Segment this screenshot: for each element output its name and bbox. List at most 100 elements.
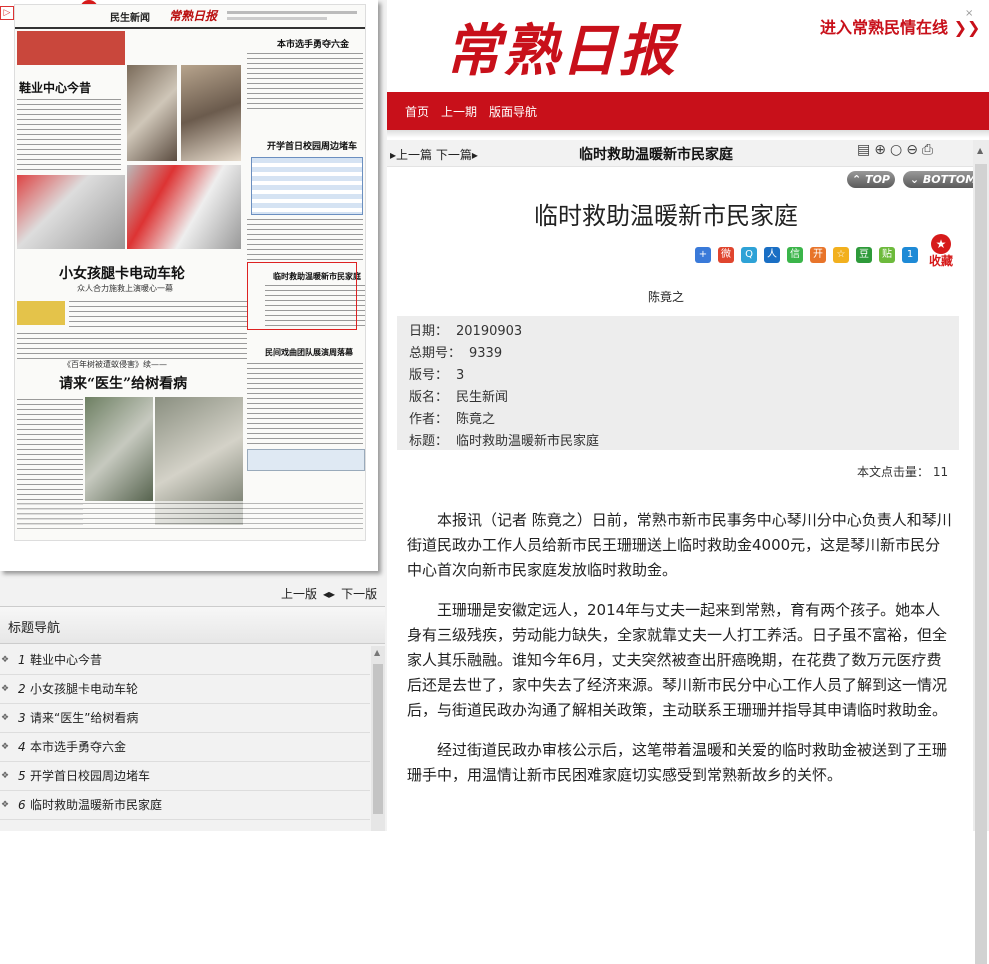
- article-meta-box: 日期： 20190903 总期号： 9339 版号： 3 版名： 民生新闻 作者： 陈竟之…: [397, 316, 959, 450]
- zoom-in-icon[interactable]: ⊕: [874, 142, 886, 158]
- nav-scrollbar[interactable]: ▲: [371, 646, 385, 831]
- paper-photo-2: [181, 65, 241, 161]
- nav-item[interactable]: ❖ 1 鞋业中心今昔: [0, 646, 370, 675]
- page-pager: 上一版 ◂▸ 下一版: [278, 585, 380, 602]
- nav-item[interactable]: ❖ 3 请来“医生”给树看病: [0, 704, 370, 733]
- article-prev-next: ▸上一篇 下一篇▸: [390, 146, 478, 163]
- paper-headline-1[interactable]: 鞋业中心今昔: [19, 79, 91, 96]
- article-toolbar: ▸上一篇 下一篇▸ 临时救助温暖新市民家庭 ▤ ⊕ ○ ⊖ ⎙: [387, 140, 973, 167]
- highlighted-article-box[interactable]: [247, 262, 357, 330]
- meta-page-number: 版号： 3: [409, 368, 465, 383]
- meta-issue-number: 总期号： 9339: [409, 346, 503, 361]
- paper-headline-2[interactable]: 小女孩腿卡电动车轮: [59, 263, 185, 283]
- prev-page-link[interactable]: 上一版: [281, 587, 317, 601]
- notes-icon[interactable]: ▤: [857, 142, 870, 158]
- nav-item-title[interactable]: 开学首日校园周边堵车: [30, 762, 150, 790]
- paper-logo-badge: [17, 301, 65, 325]
- douban-icon[interactable]: 豆: [856, 246, 872, 263]
- menu-home[interactable]: 首页: [405, 103, 429, 120]
- diamond-bullet-icon: ❖: [1, 655, 10, 665]
- prev-article-link[interactable]: 上一篇: [396, 148, 432, 162]
- article-paragraph: 王珊珊是安徽定远人，2014年与丈夫一起来到常熟，育有两个孩子。她本人身有三级残…: [407, 601, 948, 719]
- article-scroll-thumb[interactable]: [975, 164, 987, 964]
- paper-headline-3[interactable]: 请来“医生”给树看病: [59, 373, 187, 393]
- paper-headline-3-pre: 《百年树被遭蚁侵害》续——: [63, 360, 167, 369]
- zoom-out-icon[interactable]: ⊖: [906, 142, 918, 158]
- paper-section-label: 民生新闻: [110, 13, 150, 24]
- diamond-bullet-icon: ❖: [1, 771, 10, 781]
- title-nav-header: 标题导航: [0, 606, 385, 644]
- main-menu-bar: 首页 上一期 版面导航: [387, 92, 989, 130]
- minqing-online-link[interactable]: 进入常熟民情在线 ❯❯: [820, 14, 980, 38]
- paper-col-title-2[interactable]: 开学首日校园周边堵车: [267, 139, 357, 152]
- nav-item-title[interactable]: 临时救助温暖新市民家庭: [30, 791, 162, 819]
- print-icon[interactable]: ⎙: [922, 142, 933, 158]
- menu-prev-issue[interactable]: 上一期: [441, 103, 477, 120]
- meta-page-name: 版名： 民生新闻: [409, 390, 509, 405]
- zoom-reset-icon[interactable]: ○: [890, 142, 902, 158]
- share-bar: + 微 Q 人信开 ☆ 豆贴 1: [695, 244, 925, 263]
- nav-item-title[interactable]: 请来“医生”给树看病: [30, 704, 138, 732]
- newspaper-page-frame: ▷ ★ 收藏 民生新闻 常熟日报 鞋业中心今昔 小女孩腿卡电动车轮 众人合力施救…: [0, 0, 378, 571]
- title-nav-list: ❖ 1 鞋业中心今昔 ❖ 2 小女孩腿卡电动车轮 ❖ 3 请来“医生”给树看病 …: [0, 646, 370, 820]
- prev-arrow-icon[interactable]: ◂▸: [323, 587, 335, 601]
- paper-photo-3: [17, 175, 125, 249]
- nav-item[interactable]: ❖ 5 开学首日校园周边堵车: [0, 762, 370, 791]
- next-page-link[interactable]: 下一版: [341, 587, 377, 601]
- renren-icon[interactable]: 人: [764, 246, 780, 263]
- paper-col-title-4[interactable]: 民间戏曲团队展演周落幕: [265, 347, 353, 358]
- kaixin-icon[interactable]: 开: [810, 246, 826, 263]
- article-body: 本报讯（记者 陈竟之）日前，常熟市新市民事务中心琴川分中心负责人和琴川街道民政办…: [407, 508, 952, 803]
- expand-arrow-icon[interactable]: ▷: [0, 6, 14, 20]
- paper-photo-1: [127, 65, 177, 161]
- article-favorite-button[interactable]: ★ 收藏: [927, 234, 955, 268]
- diamond-bullet-icon: ❖: [1, 742, 10, 752]
- article-author: 陈竟之: [647, 290, 684, 304]
- paper-photo-5: [85, 397, 153, 501]
- close-ad-icon[interactable]: ×: [965, 8, 973, 19]
- toolbar-article-title: 临时救助温暖新市民家庭: [579, 147, 733, 163]
- diamond-bullet-icon: ❖: [1, 684, 10, 694]
- nav-item-title[interactable]: 小女孩腿卡电动车轮: [30, 675, 138, 703]
- more-icon[interactable]: 1: [902, 246, 918, 263]
- scroll-up-icon[interactable]: ▲: [977, 146, 983, 155]
- scroll-up-icon[interactable]: ▲: [374, 648, 380, 657]
- next-article-link[interactable]: 下一篇: [436, 148, 472, 162]
- nav-item[interactable]: ❖ 4 本市选手勇夺六金: [0, 733, 370, 762]
- meta-author: 作者： 陈竟之: [409, 412, 496, 427]
- diamond-bullet-icon: ❖: [1, 713, 10, 723]
- plus-icon[interactable]: +: [695, 246, 711, 263]
- paper-col-title-1[interactable]: 本市选手勇夺六金: [277, 37, 349, 50]
- nav-item-title[interactable]: 鞋业中心今昔: [30, 646, 102, 674]
- left-panel: ▷ ★ 收藏 民生新闻 常熟日报 鞋业中心今昔 小女孩腿卡电动车轮 众人合力施救…: [0, 0, 387, 831]
- meta-date: 日期： 20190903: [409, 324, 523, 339]
- star-icon: ★: [931, 234, 951, 254]
- article-scrollbar[interactable]: ▲: [973, 140, 989, 964]
- click-count: 本文点击量： 11: [857, 465, 949, 479]
- bottom-button[interactable]: ⌄ BOTTOM: [903, 171, 983, 188]
- article-paragraph: 经过街道民政办审核公示后，这笔带着温暖和关爱的临时救助金被送到了王珊珊手中，用温…: [407, 741, 948, 784]
- menu-page-nav[interactable]: 版面导航: [489, 103, 537, 120]
- article-headline: 临时救助温暖新市民家庭: [534, 202, 798, 230]
- site-logo[interactable]: 常熟日报: [445, 6, 677, 87]
- qzone-icon[interactable]: Q: [741, 246, 757, 263]
- star-share-icon[interactable]: ☆: [833, 246, 849, 263]
- title-nav-heading: 标题导航: [8, 621, 61, 636]
- paper-banner: [17, 31, 125, 65]
- wechat-icon[interactable]: 信: [787, 246, 803, 263]
- top-button[interactable]: ⌃ TOP: [847, 171, 895, 188]
- paper-headline-2-sub: 众人合力施救上演暖心一幕: [77, 284, 173, 293]
- nav-item[interactable]: ❖ 6 临时救助温暖新市民家庭: [0, 791, 370, 820]
- paper-brand: 常熟日报: [169, 9, 218, 23]
- nav-item-title[interactable]: 本市选手勇夺六金: [30, 733, 126, 761]
- diamond-bullet-icon: ❖: [1, 800, 10, 810]
- article-paragraph: 本报讯（记者 陈竟之）日前，常熟市新市民事务中心琴川分中心负责人和琴川街道民政办…: [407, 511, 952, 579]
- weibo-icon[interactable]: 微: [718, 246, 734, 263]
- tieba-icon[interactable]: 贴: [879, 246, 895, 263]
- next-arrow-icon: ▸: [471, 148, 478, 162]
- paper-ad-strip: [247, 449, 365, 471]
- paper-masthead: 民生新闻 常熟日报: [15, 5, 365, 29]
- nav-item[interactable]: ❖ 2 小女孩腿卡电动车轮: [0, 675, 370, 704]
- toolbar-tools: ▤ ⊕ ○ ⊖ ⎙: [857, 142, 937, 158]
- nav-scroll-thumb[interactable]: [373, 664, 383, 814]
